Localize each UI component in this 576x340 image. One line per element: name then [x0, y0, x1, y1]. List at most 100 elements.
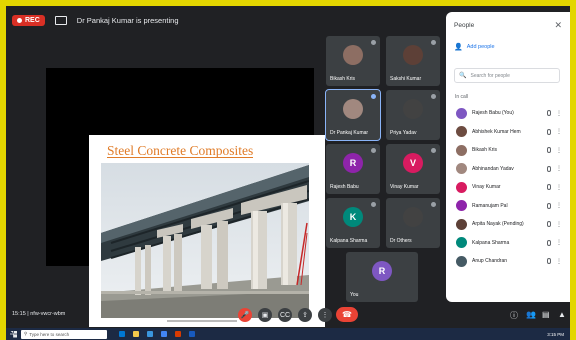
taskbar-search-input[interactable]: ⚲ Type here to search: [21, 329, 107, 339]
participant-tile[interactable]: Priya Yadav: [386, 90, 440, 140]
mic-icon: [547, 258, 551, 265]
avatar: R: [372, 261, 392, 281]
participant-name: Sakshi Kumar: [390, 76, 422, 82]
avatar: [456, 107, 467, 119]
participant-tile-speaking[interactable]: Dr Pankaj Kumar: [325, 89, 381, 141]
mic-icon: [371, 148, 376, 153]
participant-tile[interactable]: Dr Others: [386, 198, 440, 248]
search-placeholder: Search for people: [470, 72, 510, 79]
file-explorer-icon[interactable]: [133, 331, 139, 337]
participant-name: Priya Yadav: [390, 130, 417, 136]
mic-icon: [547, 202, 551, 209]
participant-name: Kalpana Sharma: [472, 239, 510, 246]
participant-name: Vinay Kumar: [390, 184, 419, 190]
edge-icon[interactable]: [147, 331, 153, 337]
top-bar: REC Dr Pankaj Kumar is presenting: [6, 6, 446, 34]
participant-name: Abhinandan Yadav: [472, 165, 514, 172]
list-item[interactable]: Rajesh Babu (You) ⋮: [452, 104, 566, 123]
participant-name: Arpita Nayak (Pending): [472, 221, 524, 228]
presentation-stage: Steel Concrete Composites: [46, 68, 325, 327]
avatar: [456, 255, 467, 267]
list-item[interactable]: Abhinandan Yadav ⋮: [452, 160, 566, 179]
in-call-label: In call: [455, 94, 469, 100]
participant-tile[interactable]: K Kalpana Sharma: [326, 198, 380, 248]
participant-name: Vinay Kumar: [472, 184, 501, 191]
mic-icon: [547, 147, 551, 154]
more-icon[interactable]: ⋮: [556, 165, 566, 172]
people-search-input[interactable]: 🔍 Search for people: [454, 68, 560, 83]
list-item[interactable]: Ramanujam Pal ⋮: [452, 197, 566, 216]
participant-tile[interactable]: R Rajesh Babu: [326, 144, 380, 194]
mic-icon: [371, 202, 376, 207]
list-item[interactable]: Anup Chandran ⋮: [452, 252, 566, 271]
windows-taskbar: ⚲ Type here to search 3:15 PM: [6, 328, 570, 340]
avatar: [456, 218, 467, 230]
more-icon[interactable]: ⋮: [556, 147, 566, 154]
avatar: [456, 200, 467, 212]
meet-window: REC Dr Pankaj Kumar is presenting Steel …: [6, 6, 570, 328]
office-icon[interactable]: [175, 331, 181, 337]
present-button[interactable]: ⇪: [298, 308, 312, 322]
captions-button[interactable]: CC: [278, 308, 292, 322]
list-item[interactable]: Vinay Kumar ⋮: [452, 178, 566, 197]
taskbar-clock: 3:15 PM: [547, 331, 564, 337]
shared-slide: Steel Concrete Composites: [89, 135, 325, 327]
list-item[interactable]: Kalpana Sharma ⋮: [452, 234, 566, 253]
list-item[interactable]: Arpita Nayak (Pending) ⋮: [452, 215, 566, 234]
activities-icon[interactable]: ▲: [558, 310, 566, 319]
mic-icon: [547, 110, 551, 117]
mic-icon: [547, 221, 551, 228]
participant-name: Bikash Kris: [472, 147, 498, 154]
avatar: [456, 181, 467, 193]
hang-up-button[interactable]: ☎: [336, 307, 358, 322]
meeting-time-code: 15:15 | nfw-vwcr-wbm: [12, 311, 66, 317]
people-icon[interactable]: 👥: [526, 310, 536, 319]
bridge-photo: [101, 163, 309, 318]
presentation-icon: [54, 15, 67, 25]
record-dot-icon: [17, 17, 22, 23]
list-item[interactable]: Abhishek Kumar Hem ⋮: [452, 123, 566, 142]
recording-label: REC: [25, 16, 40, 24]
bridge-photo-image: [101, 163, 309, 318]
search-icon: 🔍: [459, 73, 467, 79]
avatar: [343, 45, 363, 65]
word-icon[interactable]: [189, 331, 195, 337]
more-icon[interactable]: ⋮: [556, 239, 566, 246]
chrome-icon[interactable]: [161, 331, 167, 337]
mic-off-button[interactable]: 🎤: [238, 308, 252, 322]
avatar: [456, 126, 467, 138]
more-icon[interactable]: ⋮: [556, 221, 566, 228]
avatar: [456, 237, 467, 249]
mic-icon: [431, 94, 436, 99]
participant-name: Rajesh Babu (You): [472, 110, 514, 117]
participant-tile[interactable]: Sakshi Kumar: [386, 36, 440, 86]
more-icon[interactable]: ⋮: [556, 258, 566, 265]
participant-name: Bikash Kris: [330, 76, 356, 82]
mic-icon: [371, 40, 376, 45]
participant-tile[interactable]: Bikash Kris: [326, 36, 380, 86]
panel-title: People: [454, 22, 475, 29]
avatar: [456, 144, 467, 156]
task-view-icon[interactable]: [119, 331, 125, 337]
add-people-button[interactable]: 👤 Add people: [454, 43, 495, 51]
close-icon[interactable]: ✕: [554, 20, 562, 31]
search-icon: ⚲: [24, 331, 28, 336]
camera-button[interactable]: ▣: [258, 308, 272, 322]
chat-icon[interactable]: ▤: [542, 310, 550, 319]
list-item[interactable]: Bikash Kris ⋮: [452, 141, 566, 160]
call-controls-bar: 15:15 | nfw-vwcr-wbm 🎤 ▣ CC ⇪ ⋮ ☎ ⓘ 👥 ▤ …: [6, 302, 570, 328]
more-icon[interactable]: ⋮: [556, 202, 566, 209]
windows-start-icon[interactable]: [10, 330, 17, 338]
more-icon[interactable]: ⋮: [556, 110, 566, 117]
add-person-icon: 👤: [454, 44, 463, 51]
participant-name: You: [350, 292, 359, 298]
more-options-button[interactable]: ⋮: [318, 308, 332, 322]
more-icon[interactable]: ⋮: [556, 184, 566, 191]
mic-icon: [547, 165, 551, 172]
info-icon[interactable]: ⓘ: [510, 310, 518, 321]
taskbar-apps: [119, 331, 195, 337]
more-icon[interactable]: ⋮: [556, 128, 566, 135]
participant-tile[interactable]: V Vinay Kumar: [386, 144, 440, 194]
participant-name: Dr Others: [390, 238, 412, 244]
self-tile[interactable]: R You: [346, 252, 418, 302]
